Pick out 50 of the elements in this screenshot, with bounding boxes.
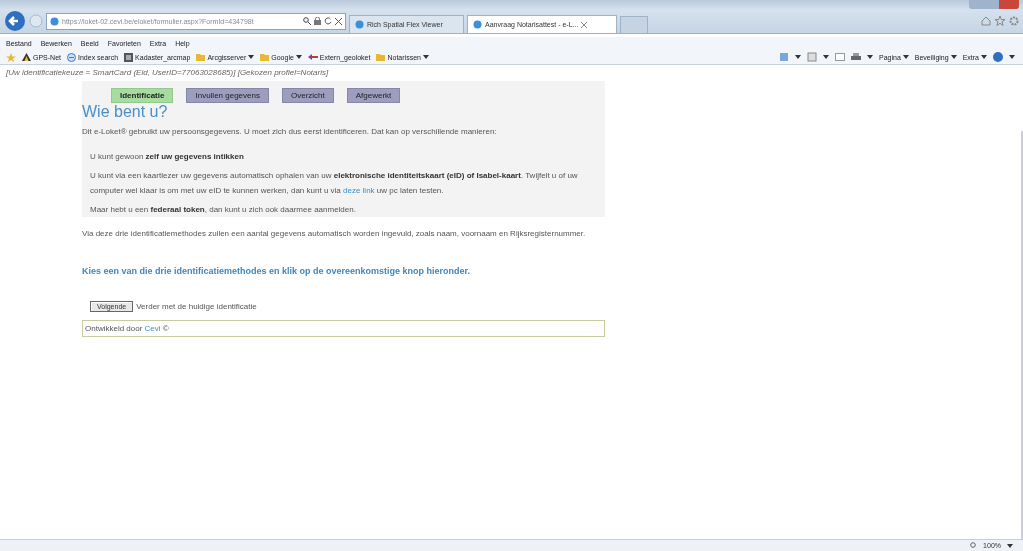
refresh-icon[interactable]	[324, 17, 332, 25]
step-tab[interactable]: Invullen gegevens	[186, 88, 269, 103]
folder-icon	[260, 53, 270, 61]
identification-info: [Uw identificatiekeuze = SmartCard (Eid, UserID=77063028685)] [Gekozen profiel=Notaris]	[5, 67, 330, 77]
caret-icon[interactable]	[1009, 55, 1015, 59]
footer-text: Ontwikkeld door Cevi ©	[82, 320, 605, 337]
search-icon[interactable]	[303, 17, 311, 25]
option-text: U kunt via een kaartlezer uw gegevens automatisch ophalen van uw elektronische identiteitskaart (eID) of Isabel-kaart. Twijfelt u of uw computer wel klaar is om met uw eID te kunnen werken, dan kunt u via deze link uw pc laten testen.	[90, 170, 579, 197]
option-text: U kunt gewoon zelf uw gegevens intikken	[90, 151, 245, 163]
zoom-icon[interactable]	[970, 542, 978, 549]
caret-icon[interactable]	[902, 55, 909, 59]
settings-icon[interactable]	[1009, 16, 1019, 26]
lock-icon[interactable]	[314, 17, 321, 25]
close-icon[interactable]	[581, 21, 588, 28]
caret-icon[interactable]	[248, 55, 255, 59]
cevi-link[interactable]: Cevi	[144, 324, 161, 333]
warning-sign-icon	[22, 53, 31, 61]
app-icon	[124, 52, 134, 62]
page-icon	[473, 20, 482, 29]
step-tab[interactable]: Identificatie	[111, 88, 174, 103]
help-icon[interactable]	[993, 52, 1003, 62]
stop-icon[interactable]	[335, 17, 342, 25]
caret-icon[interactable]	[295, 55, 302, 59]
home-icon[interactable]	[981, 16, 991, 26]
caret-icon[interactable]	[823, 55, 829, 59]
favorites-star-icon[interactable]	[6, 52, 16, 62]
print-icon[interactable]	[851, 52, 861, 62]
page-heading: Wie bent u?	[82, 103, 169, 120]
browser-page-icon	[67, 52, 76, 62]
page-icon	[355, 20, 364, 29]
option-text: Maar hebt u een federaal token, dan kunt u zich ook daarmee aanmelden.	[90, 204, 357, 216]
instruction-text: Kies een van die drie identificatiemethodes en klik op de overeenkomstige knop hieronder.	[82, 266, 472, 276]
back-button[interactable]	[4, 10, 26, 32]
caret-icon[interactable]	[422, 55, 429, 59]
page-icon	[50, 16, 59, 26]
mail-icon[interactable]	[835, 53, 845, 61]
folder-icon	[196, 53, 206, 61]
caret-icon[interactable]	[795, 55, 801, 59]
step-tab[interactable]: Afgewerkt	[346, 88, 401, 103]
info-text: Via deze drie identificatiemethodes zullen een aantal gegevens automatisch worden ingevuld, zoals naam, voornaam en Rijksregisternummer.	[82, 228, 587, 240]
star-icon[interactable]	[995, 16, 1005, 26]
intro-text: Dit e-Loket® gebruikt uw persoonsgegevens. U moet zich dus eerst identificeren. Dat kan op verschillende manieren:	[82, 126, 498, 138]
folder-icon	[376, 53, 386, 61]
step-tab[interactable]: Overzicht	[281, 88, 334, 103]
caret-icon[interactable]	[867, 55, 873, 59]
feed-icon	[307, 54, 318, 60]
caret-icon[interactable]	[981, 55, 987, 59]
next-description: Verder met de huidige identificatie	[136, 302, 257, 311]
caret-icon[interactable]	[950, 55, 957, 59]
caret-icon[interactable]	[1007, 543, 1013, 548]
